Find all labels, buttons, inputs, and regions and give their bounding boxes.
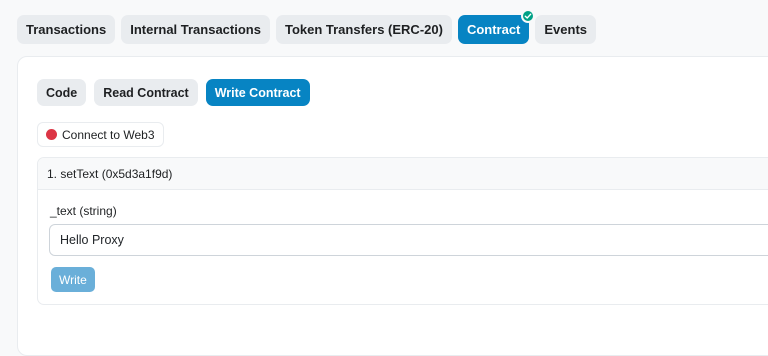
function-header-settext[interactable]: 1. setText (0x5d3a1f9d): [38, 158, 768, 190]
contract-card: Code Read Contract Write Contract Connec…: [17, 56, 768, 356]
tab-contract-label: Contract: [466, 22, 521, 37]
connect-web3-label: Connect to Web3: [62, 127, 155, 142]
write-button[interactable]: Write: [51, 267, 95, 292]
write-function-panel: 1. setText (0x5d3a1f9d) _text (string) W…: [37, 157, 768, 305]
tab-code[interactable]: Code: [37, 79, 87, 106]
tab-read-contract[interactable]: Read Contract: [94, 79, 198, 106]
connect-web3-button[interactable]: Connect to Web3: [37, 122, 164, 147]
tab-internal-transactions[interactable]: Internal Transactions: [121, 15, 270, 44]
address-tabs: Transactions Internal Transactions Token…: [17, 9, 597, 44]
contract-sub-tabs: Code Read Contract Write Contract: [37, 79, 310, 106]
tab-events[interactable]: Events: [535, 15, 597, 44]
text-param-input[interactable]: [49, 224, 768, 256]
function-title: 1. setText (0x5d3a1f9d): [47, 166, 173, 181]
tab-token-transfers[interactable]: Token Transfers (ERC-20): [275, 15, 452, 44]
disconnected-status-icon: [46, 129, 57, 140]
verified-check-icon: [521, 9, 536, 23]
tab-contract[interactable]: Contract: [457, 9, 536, 44]
param-label: _text (string): [50, 204, 117, 218]
tab-write-contract[interactable]: Write Contract: [205, 79, 310, 106]
tab-transactions[interactable]: Transactions: [17, 15, 116, 44]
